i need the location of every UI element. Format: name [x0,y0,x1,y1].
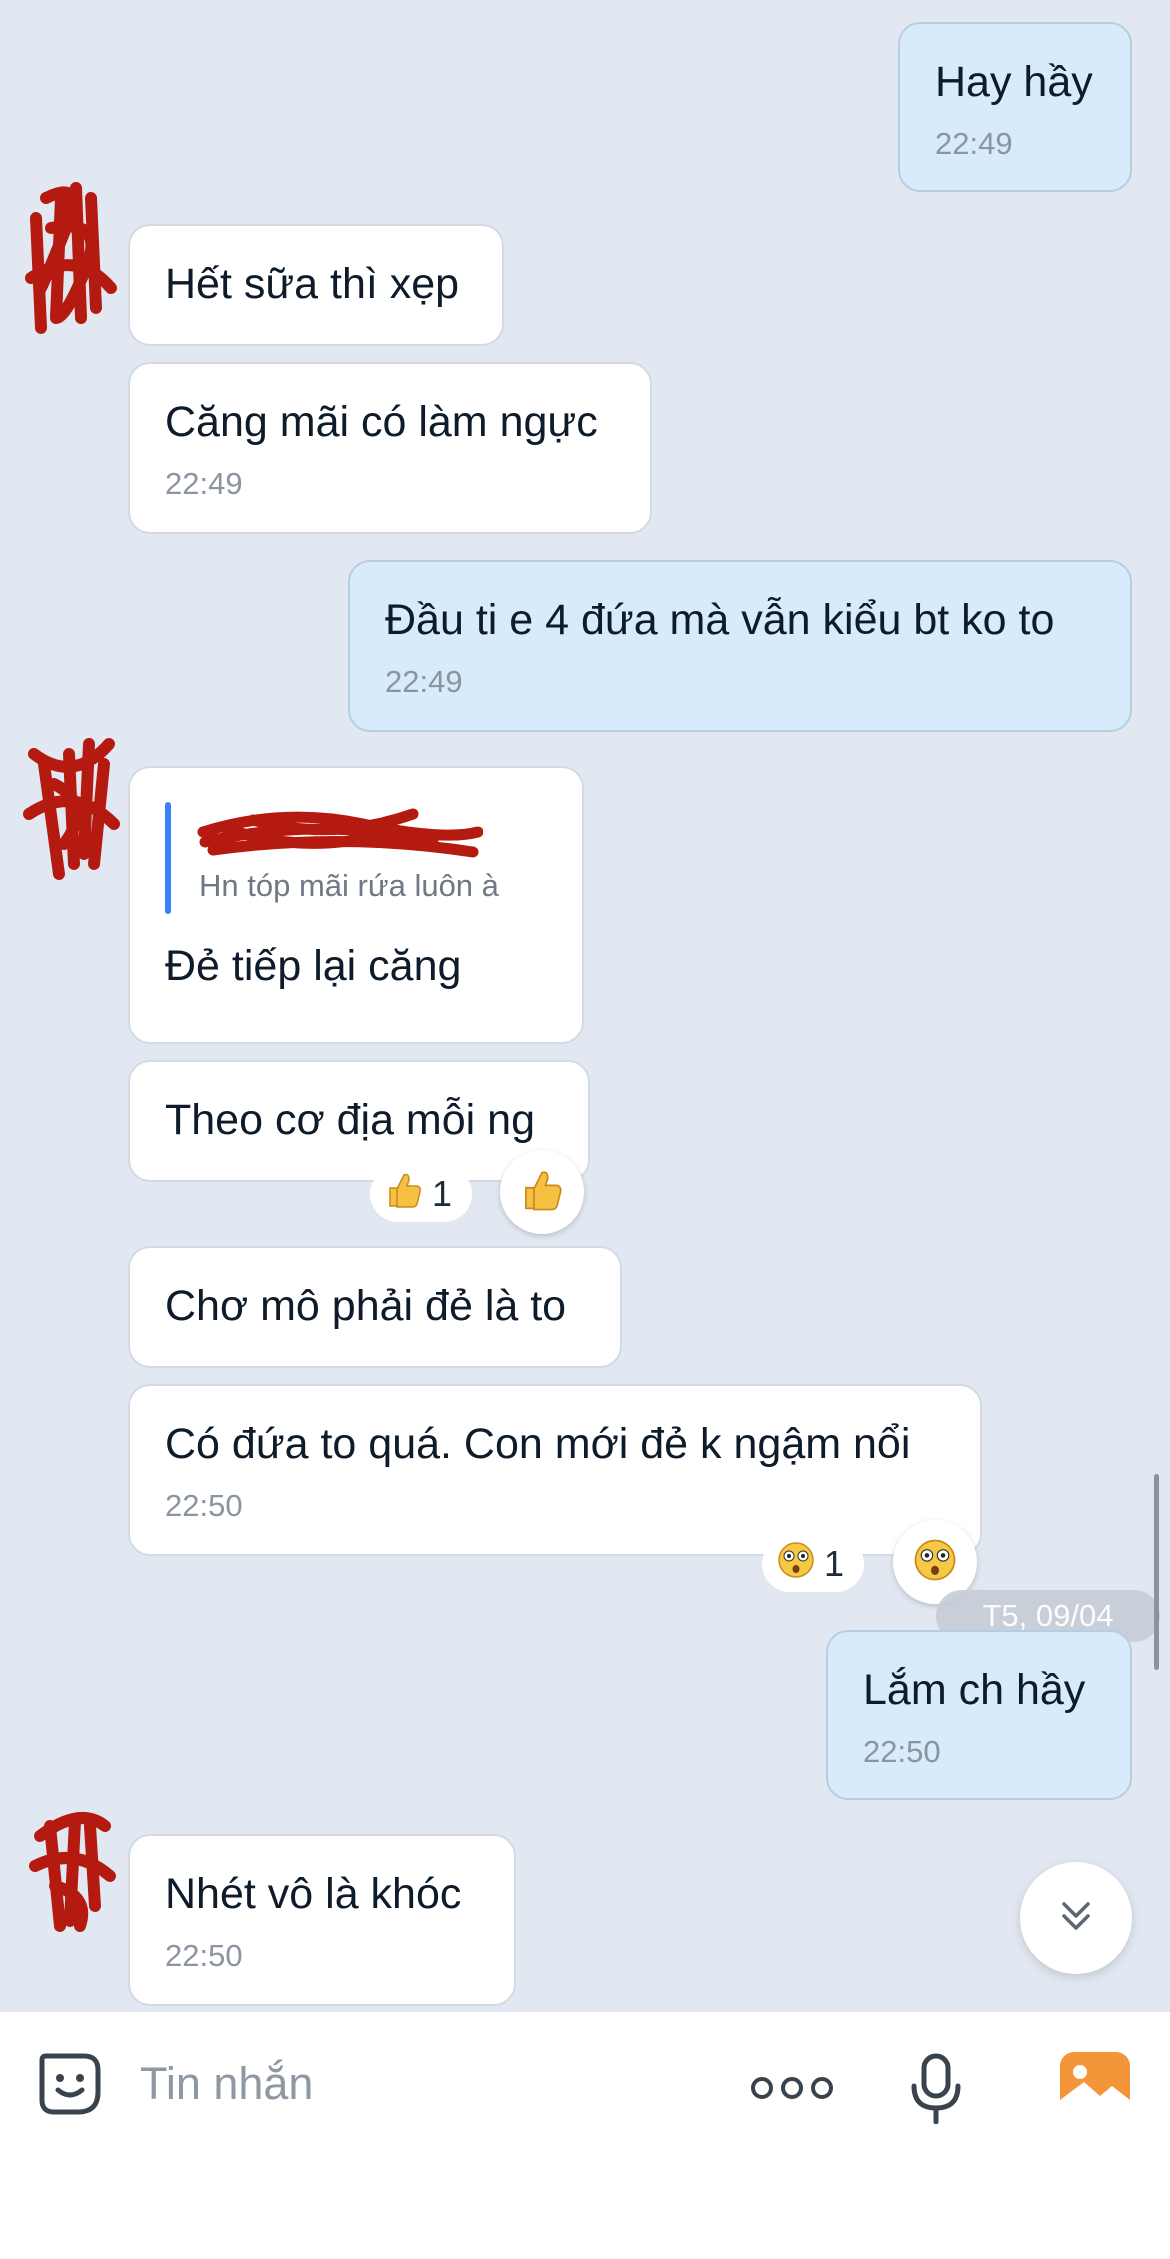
message-text: Đẻ tiếp lại căng [165,942,462,990]
reaction-summary[interactable]: 1 [370,1166,472,1222]
message-text: Căng mãi có làm ngực [165,398,598,446]
message-text: Nhét vô là khóc [165,1870,462,1918]
quoted-message[interactable]: Hn tóp mãi rứa luôn à [165,802,547,914]
message-input[interactable] [140,2052,700,2116]
microphone-icon[interactable] [910,2052,962,2129]
scroll-to-bottom-button[interactable] [1020,1862,1132,1974]
message-bubble-reply[interactable]: Hn tóp mãi rứa luôn à Đẻ tiếp lại căng [128,766,584,1044]
message-time: 22:50 [165,1938,243,1973]
more-icon[interactable] [750,2076,834,2105]
chat-area[interactable]: Hay hầy 22:49 Hết sữa thì xẹp Căng mãi c… [0,0,1170,2012]
message-bubble-outgoing[interactable]: Lắm ch hầy 22:50 [826,1630,1132,1800]
message-bubble-incoming[interactable]: Căng mãi có làm ngực 22:49 [128,362,652,534]
message-text: Hay hầy [935,58,1093,106]
message-time: 22:49 [935,126,1013,161]
message-time: 22:50 [863,1734,941,1769]
reaction-count: 1 [824,1543,845,1584]
reaction-summary[interactable]: 1 [762,1536,864,1592]
redacted-avatar [29,1812,116,1932]
message-time: 22:49 [385,664,463,699]
message-time: 22:50 [165,1488,243,1523]
message-text: Theo cơ địa mỗi ng [165,1096,535,1144]
message-bubble-incoming[interactable]: Hết sữa thì xẹp [128,224,504,346]
thumbs-up-icon [384,1170,424,1219]
message-time: 22:49 [165,466,243,501]
message-text: Chơ mô phải đẻ là to [165,1282,567,1330]
astonished-face-icon [912,1537,958,1588]
redacted-avatar [23,738,120,880]
quoted-text: Hn tóp mãi rứa luôn à [199,868,499,903]
message-bubble-incoming[interactable]: Chơ mô phải đẻ là to [128,1246,622,1368]
chevron-double-down-icon [1056,1896,1096,1941]
message-bubble-incoming[interactable]: Nhét vô là khóc 22:50 [128,1834,516,2006]
astonished-face-icon [776,1540,816,1589]
reaction-count: 1 [432,1173,453,1214]
message-text: Đầu ti e 4 đứa mà vẫn kiểu bt ko to [385,596,1055,644]
message-bubble-outgoing[interactable]: Đầu ti e 4 đứa mà vẫn kiểu bt ko to 22:4… [348,560,1132,732]
sticker-icon[interactable] [34,2048,106,2125]
message-text: Lắm ch hầy [863,1666,1086,1714]
message-composer [0,2012,1170,2259]
message-text: Hết sữa thì xẹp [165,260,460,308]
quote-bar [165,802,171,914]
message-bubble-outgoing[interactable]: Hay hầy 22:49 [898,22,1132,192]
scrollbar[interactable] [1154,1474,1159,1670]
message-bubble-incoming[interactable]: Có đứa to quá. Con mới đẻ k ngậm nổi 22:… [128,1384,982,1556]
redacted-quote-author [197,808,483,858]
image-icon[interactable] [1058,2050,1132,2121]
add-reaction-button[interactable] [500,1150,584,1234]
message-text: Có đứa to quá. Con mới đẻ k ngậm nổi [165,1420,911,1468]
thumbs-up-icon [519,1167,565,1218]
redacted-avatar [25,182,117,334]
